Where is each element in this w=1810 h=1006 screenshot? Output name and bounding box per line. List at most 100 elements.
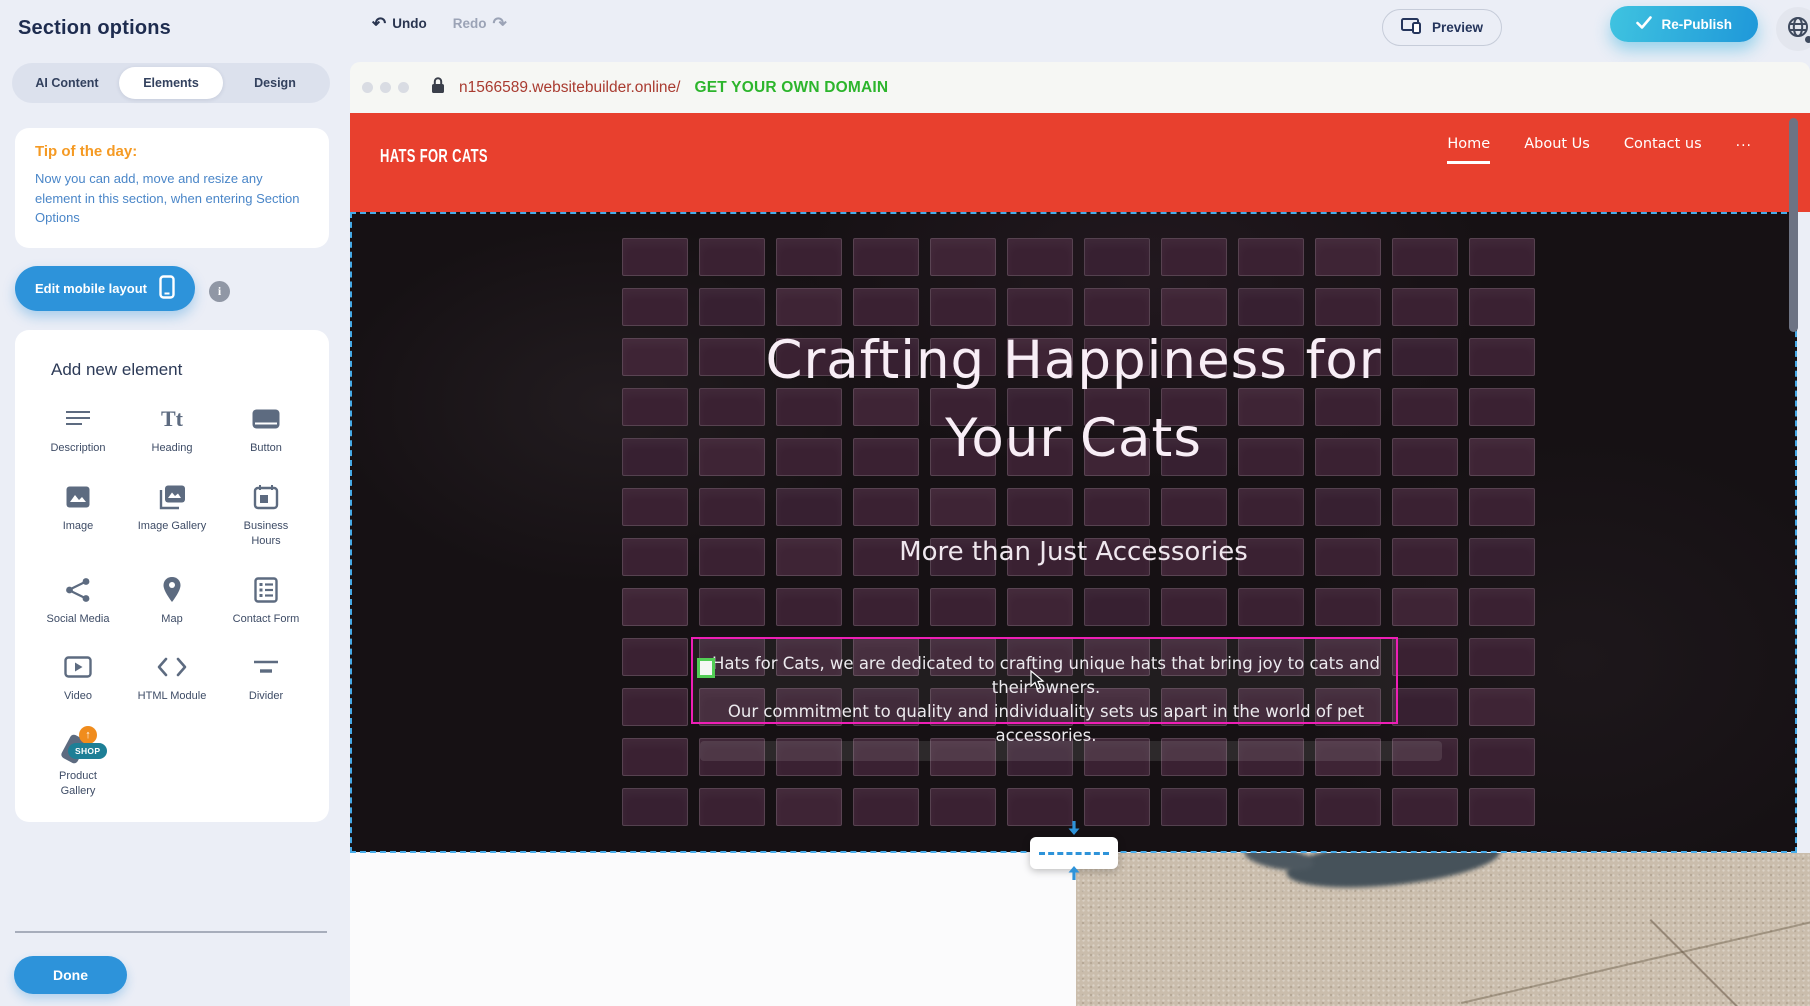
preview-label: Preview [1432, 20, 1483, 35]
hero-tile [776, 288, 842, 326]
hero-tile [1469, 288, 1535, 326]
section-resize-handle[interactable] [1030, 837, 1118, 869]
hero-tile [1392, 238, 1458, 276]
element-image-gallery[interactable]: Image Gallery [127, 482, 217, 549]
hero-tile [1238, 588, 1304, 626]
image-icon [62, 482, 94, 512]
element-product-gallery[interactable]: ↑ SHOP Product Gallery [33, 730, 123, 799]
element-image[interactable]: Image [33, 482, 123, 549]
sidebar-divider [15, 931, 327, 933]
hero-tile [776, 238, 842, 276]
get-domain-link[interactable]: GET YOUR OWN DOMAIN [694, 79, 888, 97]
hero-tile [853, 788, 919, 826]
browser-bar: n1566589.websitebuilder.online/ GET YOUR… [350, 62, 1810, 113]
tip-body: Now you can add, move and resize any ele… [35, 169, 309, 228]
element-contact-form[interactable]: Contact Form [221, 575, 311, 627]
element-social-media[interactable]: Social Media [33, 575, 123, 627]
globe-status-dot [1805, 36, 1810, 43]
hero-tile [1161, 288, 1227, 326]
element-heading[interactable]: Tt Heading [127, 404, 217, 456]
element-button[interactable]: Button [221, 404, 311, 456]
hero-tile [853, 238, 919, 276]
hero-section[interactable]: Crafting Happiness for Your Cats More th… [350, 212, 1797, 852]
site-url[interactable]: n1566589.websitebuilder.online/ [459, 79, 680, 97]
hero-tile [1469, 488, 1535, 526]
hero-tile [1007, 788, 1073, 826]
redo-button[interactable]: Redo ↷ [453, 15, 507, 32]
hero-tile [1392, 638, 1458, 676]
hero-tile [930, 488, 996, 526]
element-description[interactable]: Description [33, 404, 123, 456]
phone-icon [159, 275, 175, 302]
republish-label: Re-Publish [1661, 17, 1732, 32]
check-icon [1636, 16, 1652, 32]
republish-button[interactable]: Re-Publish [1610, 6, 1758, 42]
hero-tile [853, 488, 919, 526]
hero-tile [1315, 288, 1381, 326]
edit-mobile-layout-label: Edit mobile layout [35, 281, 147, 296]
site-header: HATS FOR CATS Home About Us Contact us .… [350, 113, 1810, 212]
edit-mobile-layout-button[interactable]: Edit mobile layout [15, 266, 195, 311]
button-icon [250, 404, 282, 434]
hero-tile [622, 788, 688, 826]
arrow-down-icon [1066, 821, 1082, 841]
undo-button[interactable]: ↶ Undo [372, 15, 427, 32]
hero-paragraph-line1: Hats for Cats, we are dedicated to craft… [701, 652, 1391, 700]
hero-tile [1315, 238, 1381, 276]
hero-tile [622, 288, 688, 326]
element-divider[interactable]: Divider [221, 652, 311, 704]
hero-tile [1469, 238, 1535, 276]
mouse-cursor [1030, 670, 1045, 696]
element-video[interactable]: Video [33, 652, 123, 704]
sidebar-tabs: AI Content Elements Design [12, 63, 330, 103]
preview-button[interactable]: Preview [1382, 9, 1502, 46]
upgrade-arrow-icon: ↑ [79, 726, 97, 744]
site-logo[interactable]: HATS FOR CATS [380, 146, 488, 167]
add-element-panel: Add new element Description Tt Heading B… [15, 330, 329, 822]
tab-ai-content[interactable]: AI Content [15, 67, 119, 99]
next-section-image [1076, 853, 1810, 1006]
history-controls: ↶ Undo Redo ↷ [372, 15, 507, 32]
hero-tile [930, 238, 996, 276]
hero-tile [853, 588, 919, 626]
undo-label: Undo [392, 16, 427, 31]
hero-tile [1161, 488, 1227, 526]
hero-tile [1084, 488, 1150, 526]
hero-tile [1238, 788, 1304, 826]
nav-more-menu[interactable]: ... [1736, 134, 1752, 159]
heading-Tt-icon: Tt [156, 404, 188, 434]
hero-paragraph[interactable]: Hats for Cats, we are dedicated to craft… [701, 652, 1391, 748]
next-section-blank [350, 853, 1076, 1006]
hero-tile [699, 488, 765, 526]
hero-tile [1392, 288, 1458, 326]
divider-icon [250, 652, 282, 682]
selection-resize-handle[interactable] [697, 658, 715, 678]
tab-elements[interactable]: Elements [119, 67, 223, 99]
element-business-hours[interactable]: Business Hours [221, 482, 311, 549]
tab-design[interactable]: Design [223, 67, 327, 99]
hero-tile [776, 588, 842, 626]
hero-tile [1315, 488, 1381, 526]
element-grid: Description Tt Heading Button Image Imag… [33, 404, 311, 799]
nav-home[interactable]: Home [1447, 136, 1490, 164]
nav-about-us[interactable]: About Us [1524, 136, 1590, 161]
done-button[interactable]: Done [14, 956, 127, 994]
cat-shadow-shape [1284, 853, 1503, 896]
canvas-scrollbar[interactable] [1789, 118, 1798, 332]
element-map[interactable]: Map [127, 575, 217, 627]
hero-tile [622, 638, 688, 676]
element-html-module[interactable]: HTML Module [127, 652, 217, 704]
hero-tile [1469, 638, 1535, 676]
hero-tile [699, 788, 765, 826]
hero-tile [1469, 588, 1535, 626]
hero-tile [1084, 588, 1150, 626]
image-gallery-icon [156, 482, 188, 512]
map-pin-icon [156, 575, 188, 605]
arrow-up-icon [1066, 865, 1082, 885]
nav-contact-us[interactable]: Contact us [1624, 136, 1702, 161]
hero-tile [622, 238, 688, 276]
hero-tile [1392, 588, 1458, 626]
info-icon[interactable]: i [209, 281, 230, 302]
language-globe-button[interactable] [1776, 7, 1810, 51]
calendar-icon [250, 482, 282, 512]
